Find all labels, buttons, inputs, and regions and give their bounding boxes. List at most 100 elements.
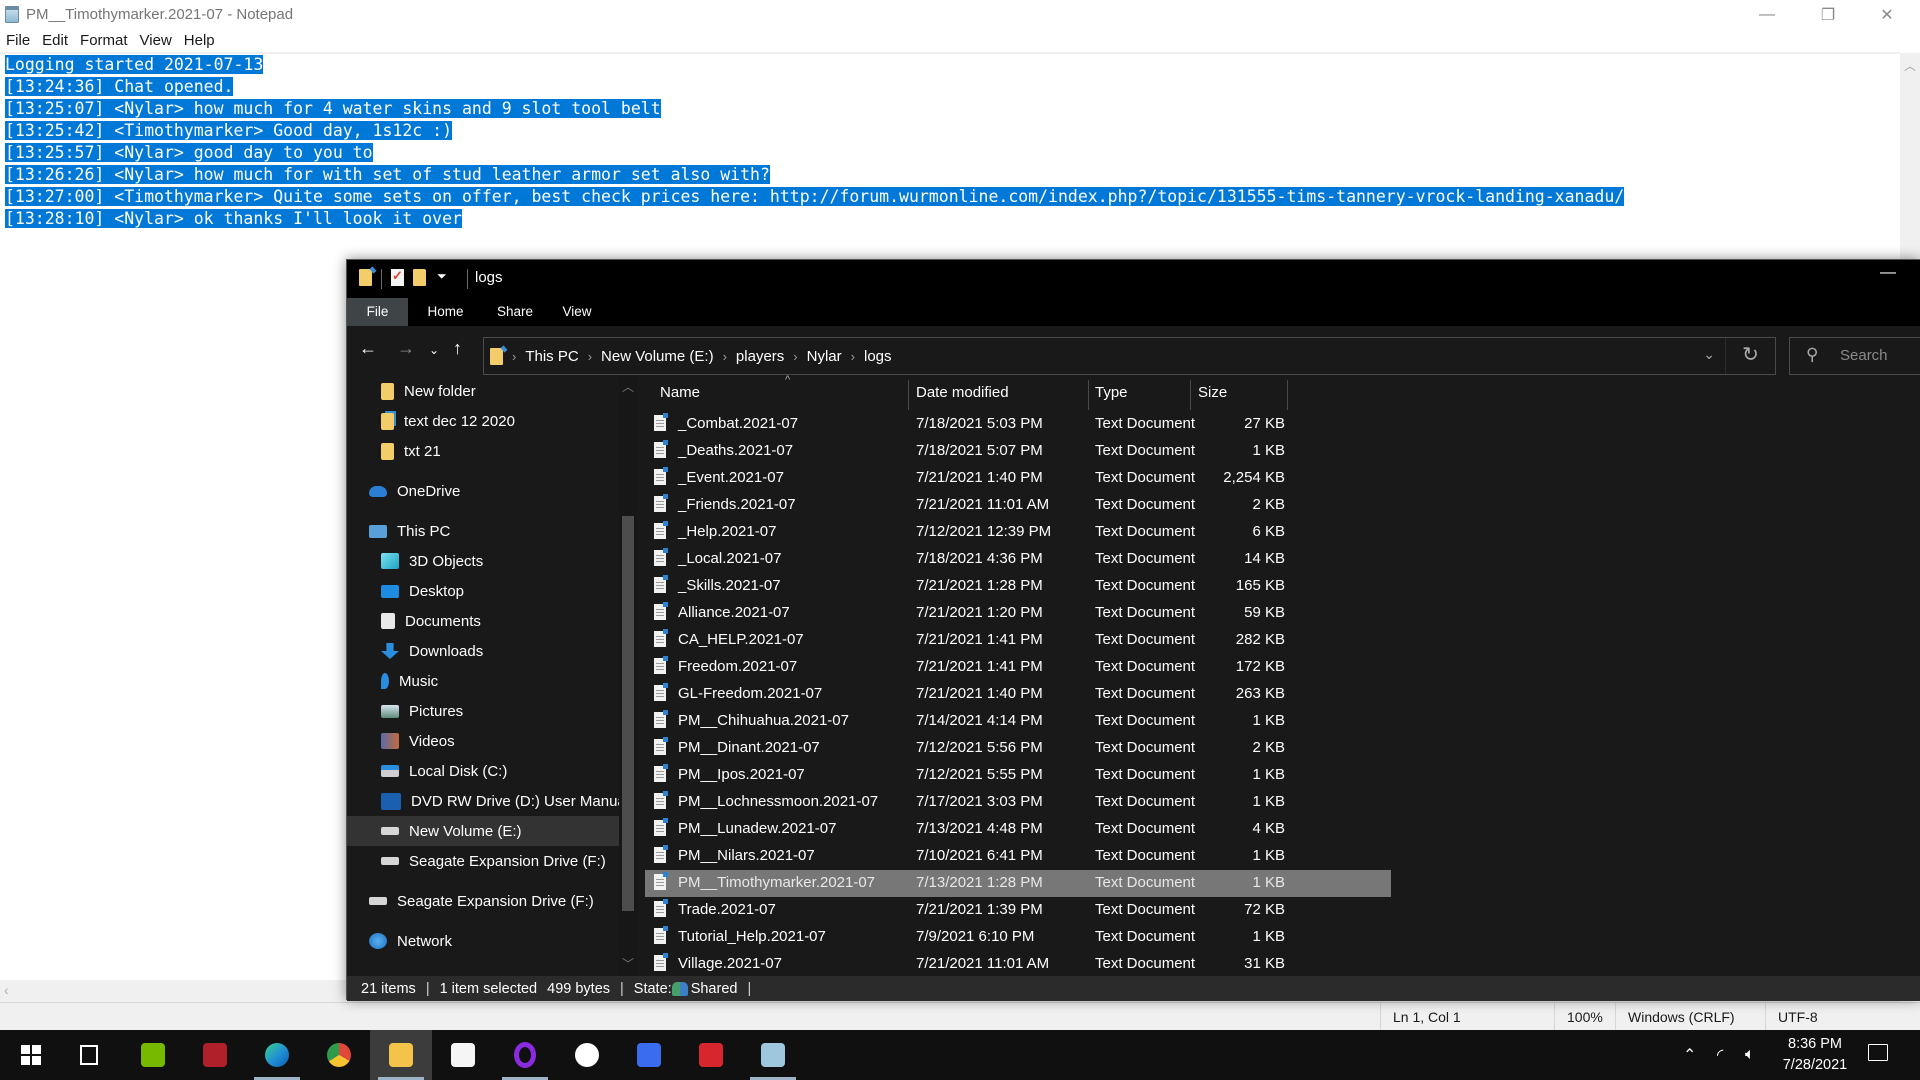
nav-item[interactable]: text dec 12 2020 — [347, 406, 619, 436]
taskbar-cortana-button[interactable] — [494, 1030, 556, 1080]
menu-view[interactable]: View — [134, 31, 178, 53]
tab-file[interactable]: File — [347, 298, 408, 326]
column-name[interactable]: Name — [660, 384, 700, 401]
maximize-button[interactable]: ❐ — [1805, 0, 1851, 30]
file-row[interactable]: Freedom.2021-07 7/21/2021 1:41 PM Text Doc… — [645, 654, 1391, 681]
notepad-titlebar[interactable]: PM__Timothymarker.2021-07 - Notepad — ❐ … — [0, 0, 1920, 30]
taskbar-edge-button[interactable] — [246, 1030, 308, 1080]
action-center-icon[interactable] — [1868, 1044, 1888, 1061]
taskbar-xbox-button[interactable] — [556, 1030, 618, 1080]
file-row[interactable]: PM__Nilars.2021-07 7/10/2021 6:41 PM Text … — [645, 843, 1391, 870]
file-row[interactable]: _Friends.2021-07 7/21/2021 11:01 AM Text D… — [645, 492, 1391, 519]
nav-item[interactable]: OneDrive — [347, 476, 619, 506]
search-input[interactable]: ⚲ Search — [1789, 337, 1920, 375]
scroll-up-icon[interactable]: ︿ — [622, 378, 634, 395]
close-button[interactable]: ✕ — [1864, 0, 1910, 30]
taskbar-chrome-button[interactable] — [308, 1030, 370, 1080]
breadcrumb-new-volume[interactable]: New Volume (E:) — [601, 348, 714, 365]
column-divider[interactable] — [908, 380, 909, 410]
nav-item[interactable]: Seagate Expansion Drive (F:) — [347, 886, 619, 916]
taskbar-screen-recorder-button[interactable] — [680, 1030, 742, 1080]
nav-item[interactable]: 3D Objects — [347, 546, 619, 576]
file-row[interactable]: _Event.2021-07 7/21/2021 1:40 PM Text Docu… — [645, 465, 1391, 492]
forward-arrow-icon[interactable]: → — [397, 338, 415, 359]
file-row[interactable]: CA_HELP.2021-07 7/21/2021 1:41 PM Text Doc… — [645, 627, 1391, 654]
menu-edit[interactable]: Edit — [36, 31, 74, 53]
taskbar-app-red-button[interactable] — [184, 1030, 246, 1080]
tab-home[interactable]: Home — [408, 298, 483, 326]
file-row[interactable]: Village.2021-07 7/21/2021 11:01 AM Text Do… — [645, 951, 1391, 978]
file-row[interactable]: PM__Ipos.2021-07 7/12/2021 5:55 PM Text Do… — [645, 762, 1391, 789]
menu-help[interactable]: Help — [178, 31, 221, 53]
tab-share[interactable]: Share — [483, 298, 547, 326]
nav-item[interactable]: Seagate Expansion Drive (F:) — [347, 846, 619, 876]
nav-item[interactable]: Local Disk (C:) — [347, 756, 619, 786]
taskbar-task-view-button[interactable] — [58, 1030, 120, 1080]
explorer-titlebar[interactable]: ⏷ logs — — [347, 260, 1920, 298]
taskbar-notepad-button[interactable] — [742, 1030, 804, 1080]
menu-format[interactable]: Format — [74, 31, 134, 53]
nav-item[interactable]: Music — [347, 666, 619, 696]
nav-item[interactable]: Pictures — [347, 696, 619, 726]
nav-item[interactable]: Documents — [347, 606, 619, 636]
menu-file[interactable]: File — [0, 31, 36, 53]
nav-item[interactable]: Network — [347, 926, 619, 956]
address-dropdown-chevron-icon[interactable]: ⌄ — [1703, 346, 1715, 363]
taskbar-store-button[interactable] — [432, 1030, 494, 1080]
file-row[interactable]: _Deaths.2021-07 7/18/2021 5:07 PM Text Doc… — [645, 438, 1391, 465]
chevron-right-icon[interactable]: › — [851, 349, 855, 364]
scrollbar-thumb[interactable] — [622, 516, 634, 911]
file-row[interactable]: PM__Lunadew.2021-07 7/13/2021 4:48 PM Text… — [645, 816, 1391, 843]
nav-item[interactable]: This PC — [347, 516, 619, 546]
customize-toolbar-icon[interactable]: ⏷ — [437, 269, 447, 289]
nav-item[interactable]: Downloads — [347, 636, 619, 666]
new-folder-icon[interactable] — [413, 269, 426, 289]
file-row[interactable]: PM__Timothymarker.2021-07 7/13/2021 1:28 … — [645, 870, 1391, 897]
taskbar-start-button[interactable] — [0, 1030, 62, 1080]
back-arrow-icon[interactable]: ← — [359, 338, 377, 359]
file-row[interactable]: _Help.2021-07 7/12/2021 12:39 PM Text Docu… — [645, 519, 1391, 546]
show-hidden-icons-chevron-icon[interactable]: ⌃ — [1683, 1030, 1696, 1080]
column-divider[interactable] — [1190, 380, 1191, 410]
column-divider[interactable] — [1088, 380, 1089, 410]
file-row[interactable]: PM__Chihuahua.2021-07 7/14/2021 4:14 PM Te… — [645, 708, 1391, 735]
refresh-icon[interactable]: ↻ — [1725, 338, 1775, 374]
chevron-right-icon[interactable]: › — [512, 349, 516, 364]
address-bar[interactable]: › This PC › New Volume (E:) › players › … — [483, 337, 1776, 375]
column-divider[interactable] — [1287, 380, 1288, 410]
nav-item[interactable]: Desktop — [347, 576, 619, 606]
explorer-minimize-button[interactable]: — — [1880, 264, 1896, 282]
nav-item[interactable]: New folder — [347, 376, 619, 406]
file-row[interactable]: Tutorial_Help.2021-07 7/9/2021 6:10 PM Tex… — [645, 924, 1391, 951]
breadcrumb-logs[interactable]: logs — [864, 348, 892, 365]
wifi-icon[interactable]: ◜ — [1717, 1030, 1723, 1080]
scroll-up-icon[interactable]: ︿ — [1904, 57, 1916, 74]
nav-item[interactable]: DVD RW Drive (D:) User Manua — [347, 786, 619, 816]
breadcrumb-nylar[interactable]: Nylar — [807, 348, 842, 365]
scroll-left-icon[interactable]: ‹ — [4, 982, 9, 998]
properties-icon[interactable] — [391, 268, 404, 289]
file-row[interactable]: _Combat.2021-07 7/18/2021 5:03 PM Text Doc… — [645, 411, 1391, 438]
file-row[interactable]: Alliance.2021-07 7/21/2021 1:20 PM Text Do… — [645, 600, 1391, 627]
minimize-button[interactable]: — — [1744, 0, 1790, 30]
volume-icon[interactable]: 🔈︎ — [1745, 1030, 1755, 1080]
nav-item[interactable]: txt 21 — [347, 436, 619, 466]
nav-item[interactable]: New Volume (E:) — [347, 816, 619, 846]
file-row[interactable]: GL-Freedom.2021-07 7/21/2021 1:40 PM Text … — [645, 681, 1391, 708]
breadcrumb-this-pc[interactable]: This PC — [525, 348, 578, 365]
tab-view[interactable]: View — [547, 298, 607, 326]
chevron-right-icon[interactable]: › — [723, 349, 727, 364]
file-row[interactable]: PM__Lochnessmoon.2021-07 7/17/2021 3:03 P… — [645, 789, 1391, 816]
taskbar-file-explorer-button[interactable] — [370, 1030, 432, 1080]
text-editor[interactable]: Logging started 2021-07-13 [13:24:36] Ch… — [5, 54, 1625, 230]
system-clock[interactable]: 8:36 PM 7/28/2021 — [1775, 1034, 1855, 1076]
column-type[interactable]: Type — [1095, 384, 1128, 401]
column-date-modified[interactable]: Date modified — [916, 384, 1009, 401]
taskbar-nvidia-button[interactable] — [122, 1030, 184, 1080]
recent-locations-chevron-icon[interactable]: ⌄ — [429, 343, 439, 357]
file-row[interactable]: Trade.2021-07 7/21/2021 1:39 PM Text Docum… — [645, 897, 1391, 924]
chevron-right-icon[interactable]: › — [793, 349, 797, 364]
file-row[interactable]: _Local.2021-07 7/18/2021 4:36 PM Text Docu… — [645, 546, 1391, 573]
breadcrumb-players[interactable]: players — [736, 348, 784, 365]
up-arrow-icon[interactable]: ↑ — [453, 338, 462, 359]
